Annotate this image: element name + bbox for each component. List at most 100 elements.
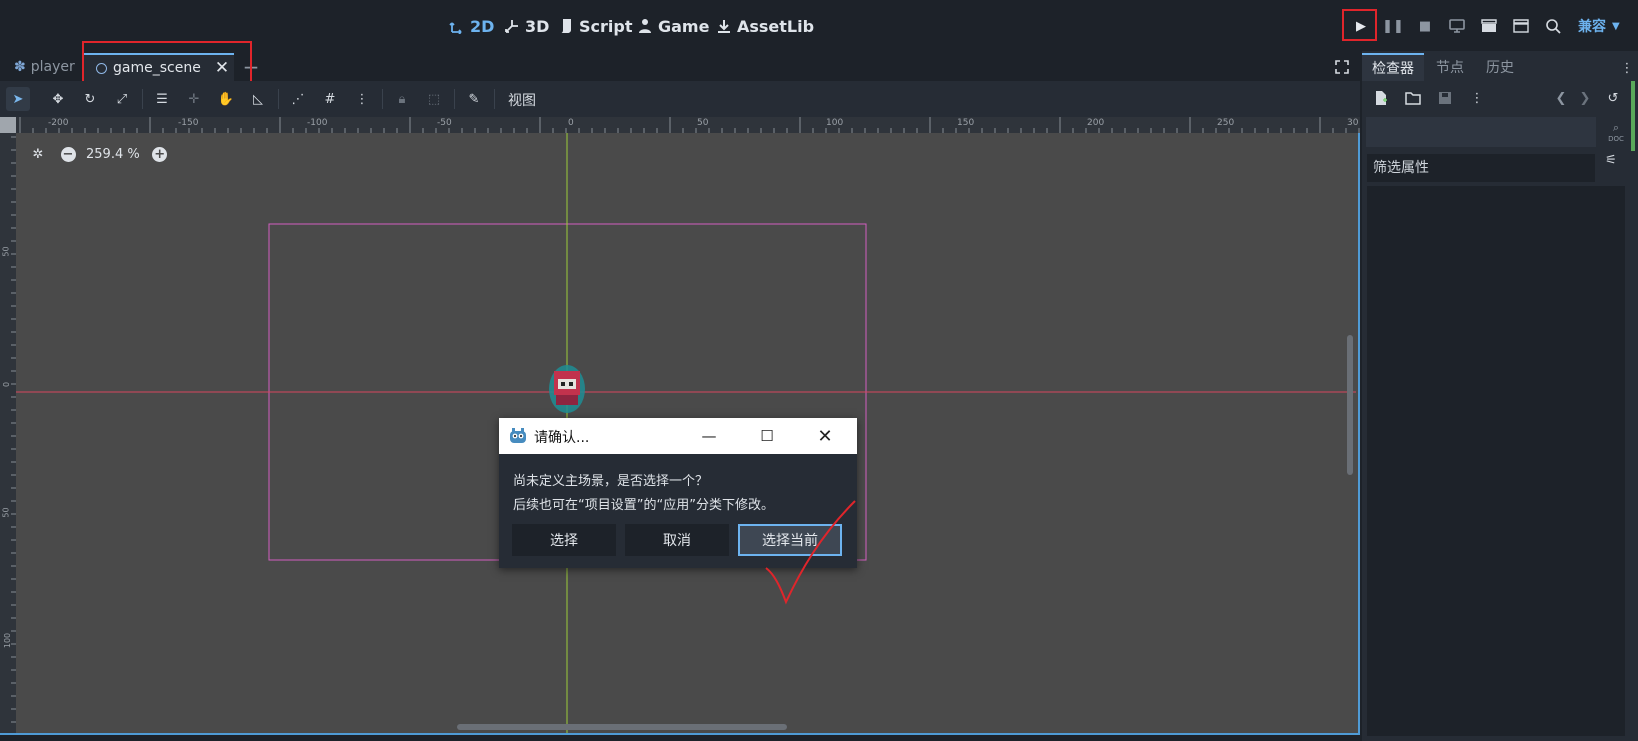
ruler-tick-label: 0 <box>568 118 574 128</box>
center-view-button[interactable]: ✲ <box>28 144 48 164</box>
recent-history-button[interactable]: ↺ <box>1602 87 1624 109</box>
pan-mode-button[interactable]: ✋ <box>214 87 238 111</box>
cancel-button[interactable]: 取消 <box>625 524 729 556</box>
workspace-2d-button[interactable]: 2D <box>448 14 494 38</box>
workspace-script-button[interactable]: Script <box>557 14 632 38</box>
distraction-free-button[interactable] <box>1330 53 1354 81</box>
workspace-game-button[interactable]: Game <box>636 14 709 38</box>
history-forward-button[interactable]: ❯ <box>1574 87 1596 109</box>
run-current-scene-button[interactable] <box>1476 14 1502 38</box>
select-button[interactable]: 选择 <box>512 524 616 556</box>
stop-button[interactable]: ■ <box>1412 14 1438 38</box>
pause-button[interactable]: ❚❚ <box>1380 14 1406 38</box>
minimize-button[interactable]: — <box>689 424 729 448</box>
save-resource-button[interactable] <box>1434 87 1456 109</box>
zoom-level-readout[interactable]: 259.4 % <box>86 147 140 162</box>
clapper-custom-icon <box>1513 19 1529 33</box>
dialog-titlebar[interactable]: 请确认... — ☐ ✕ <box>499 418 857 454</box>
list-select-icon: ☰ <box>156 91 168 107</box>
smart-snap-button[interactable]: ⋰ <box>286 87 310 111</box>
plus-icon: + <box>242 55 260 79</box>
godot-editor-window: 2D 3D Script Game AssetLib ▶ ❚❚ ■ 兼容 ▼ ✽… <box>0 0 1638 741</box>
player-sprite[interactable] <box>549 365 585 413</box>
horizontal-ruler: -200 -150 -100 -50 0 50 100 150 200 250 … <box>0 117 1360 133</box>
movie-maker-button[interactable] <box>1540 14 1566 38</box>
rotate-mode-button[interactable]: ↻ <box>78 87 102 111</box>
new-file-icon <box>1376 91 1387 105</box>
main-menu-bar: 2D 3D Script Game AssetLib ▶ ❚❚ ■ 兼容 ▼ <box>0 0 1638 51</box>
toolbar-separator <box>382 89 383 109</box>
ruler-icon: ◺ <box>253 91 263 107</box>
open-docs-button[interactable]: ⌕ DOC <box>1602 117 1630 147</box>
tab-node[interactable]: 节点 <box>1426 53 1474 81</box>
snap-options-button[interactable]: ⋮ <box>350 87 374 111</box>
horizontal-scrollbar[interactable] <box>457 724 787 730</box>
scene-tabs-bar: ✽ player game_scene ✕ + <box>0 51 1360 81</box>
zoom-controls: ✲ − 259.4 % + <box>28 143 176 165</box>
pivot-mode-button[interactable]: ✛ <box>182 87 206 111</box>
run-specific-scene-button[interactable] <box>1508 14 1534 38</box>
lock-button[interactable]: 🔒︎ <box>390 87 414 111</box>
tab-inspector[interactable]: 检查器 <box>1362 53 1424 81</box>
grid-snap-button[interactable]: # <box>318 87 342 111</box>
ruler-tick-label: 0 <box>2 381 12 388</box>
skeleton-button[interactable]: ✎ <box>462 87 486 111</box>
ruler-tick-label: -50 <box>437 118 452 128</box>
remote-debug-button[interactable] <box>1444 14 1470 38</box>
ruler-tick-label: 150 <box>957 118 975 128</box>
dock-menu-button[interactable]: ⋮ <box>1616 57 1638 79</box>
move-icon: ✥ <box>52 91 64 107</box>
group-button[interactable]: ⬚ <box>422 87 446 111</box>
close-icon[interactable]: ✕ <box>215 58 229 78</box>
scene-tab-player[interactable]: ✽ player <box>8 53 81 81</box>
tab-history[interactable]: 历史 <box>1476 53 1524 81</box>
toolbar-separator <box>454 89 455 109</box>
ruler-mode-button[interactable]: ◺ <box>246 87 270 111</box>
workspace-2d-label: 2D <box>470 16 495 36</box>
new-resource-button[interactable] <box>1370 87 1392 109</box>
filter-properties-input[interactable] <box>1367 154 1595 182</box>
run-project-button[interactable]: ▶ <box>1348 14 1374 38</box>
ruler-tick-label: 250 <box>1217 118 1235 128</box>
snap-icon: ⋰ <box>291 91 305 107</box>
list-select-button[interactable]: ☰ <box>150 87 174 111</box>
resource-menu-button[interactable]: ⋮ <box>1466 87 1488 109</box>
toolbar-separator <box>142 89 143 109</box>
scene-tab-game-scene[interactable]: game_scene ✕ <box>84 53 234 81</box>
more-vertical-icon: ⋮ <box>355 91 369 107</box>
dialog-close-button[interactable]: ✕ <box>805 424 845 448</box>
zoom-out-button[interactable]: − <box>58 144 78 164</box>
zoom-in-button[interactable]: + <box>150 144 170 164</box>
select-mode-button[interactable]: ➤ <box>6 87 30 111</box>
scale-mode-button[interactable]: ⤢ <box>110 87 134 111</box>
toolbar-separator <box>278 89 279 109</box>
open-resource-button[interactable] <box>1402 87 1424 109</box>
stop-icon: ■ <box>1418 18 1432 34</box>
vertical-ruler: 50 0 50 100 <box>0 117 16 733</box>
rotate-icon: ↻ <box>84 91 96 107</box>
add-scene-tab-button[interactable]: + <box>240 53 262 81</box>
view-menu[interactable]: 视图 <box>508 90 536 110</box>
more-vertical-icon: ⋮ <box>1470 90 1484 106</box>
remote-debug-icon <box>1449 19 1465 33</box>
workspace-3d-button[interactable]: 3D <box>503 14 549 38</box>
renderer-select[interactable]: 兼容 ▼ <box>1578 16 1620 36</box>
assetlib-icon <box>715 17 733 35</box>
history-back-button[interactable]: ❮ <box>1550 87 1572 109</box>
doc-search-icon: ⌕ <box>1612 121 1620 134</box>
minus-circle-icon: − <box>60 146 76 162</box>
tab-history-label: 历史 <box>1486 60 1514 76</box>
game-icon <box>636 17 654 35</box>
ruler-tick-label: -100 <box>307 118 328 128</box>
close-icon: ✕ <box>817 425 833 447</box>
move-mode-button[interactable]: ✥ <box>46 87 70 111</box>
vertical-scrollbar[interactable] <box>1347 335 1353 475</box>
maximize-button[interactable]: ☐ <box>747 424 787 448</box>
object-selector[interactable] <box>1366 117 1596 147</box>
ruler-tick-label: 50 <box>1 507 11 518</box>
workspace-assetlib-button[interactable]: AssetLib <box>715 14 814 38</box>
dialog-message-line1: 尚未定义主场景，是否选择一个？ <box>513 474 709 489</box>
workspace-assetlib-label: AssetLib <box>737 16 815 36</box>
plus-circle-icon: + <box>152 146 168 162</box>
filter-options-button[interactable]: ⚟ <box>1600 149 1622 171</box>
